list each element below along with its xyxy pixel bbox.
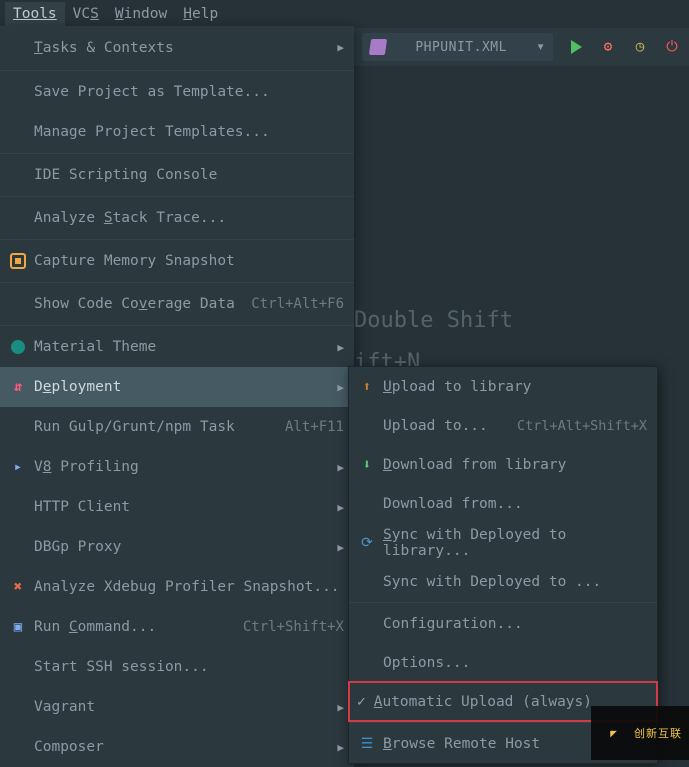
tools-material-theme[interactable]: Material Theme ▶ [0,327,354,367]
tools-analyze-stack[interactable]: Analyze Stack Trace... [0,198,354,238]
chevron-right-icon: ▶ [337,41,344,54]
phone-icon: ⏻ [666,39,677,55]
tools-dbgp[interactable]: DBGp Proxy ▶ [0,527,354,567]
tools-ssh[interactable]: Start SSH session... [0,647,354,687]
deployment-icon: ⇵ [8,379,28,395]
material-theme-icon [8,340,28,354]
menu-help[interactable]: Help [175,2,226,26]
tools-capture-memory[interactable]: Capture Memory Snapshot [0,241,354,281]
chevron-down-icon: ▾ [536,39,545,55]
tools-dropdown: Tasks & Contexts ▶ Save Project as Templ… [0,26,354,767]
tools-http-client[interactable]: HTTP Client ▶ [0,487,354,527]
deploy-configuration[interactable]: Configuration... [349,604,657,643]
deploy-options[interactable]: Options... [349,643,657,682]
watermark: ◤ 创新互联 [591,706,689,760]
run-button[interactable] [567,38,585,56]
deploy-upload-to[interactable]: Upload to... Ctrl+Alt+Shift+X [349,406,657,445]
watermark-icon: ◤ [600,719,628,747]
run-config-selector[interactable]: PHPUNIT.XML ▾ [362,33,553,61]
shortcut: Ctrl+Alt+F6 [251,296,344,312]
separator [0,239,354,240]
chevron-right-icon: ▶ [337,341,344,354]
xdebug-icon: ✖ [8,579,28,595]
v8-icon: ▸ [8,459,28,475]
deploy-download-from[interactable]: Download from... [349,484,657,523]
deploy-download-library[interactable]: ⬇ Download from library [349,445,657,484]
chevron-right-icon: ▶ [337,501,344,514]
bug-icon: ⚙ [604,39,613,55]
menubar: Tools VCS Window Help [0,0,689,28]
deploy-upload-library[interactable]: ⬆ Upload to library [349,367,657,406]
chevron-right-icon: ▶ [337,741,344,754]
menu-tools[interactable]: Tools [5,2,65,26]
tools-manage-templates[interactable]: Manage Project Templates... [0,112,354,152]
debug-button[interactable]: ⚙ [599,38,617,56]
run-config-label: PHPUNIT.XML [394,40,528,55]
separator [0,325,354,326]
play-icon [571,40,582,54]
menu-window[interactable]: Window [107,2,175,26]
tools-gulp[interactable]: Run Gulp/Grunt/npm Task Alt+F11 [0,407,354,447]
tools-deployment[interactable]: ⇵ Deployment ▶ [0,367,354,407]
download-icon: ⬇ [357,457,377,473]
top-toolbar: PHPUNIT.XML ▾ ⚙ ◷ ⏻ [354,28,689,66]
tools-ide-console[interactable]: IDE Scripting Console [0,155,354,195]
coverage-icon: ◷ [636,39,645,55]
separator [0,282,354,283]
checkmark-icon: ✓ [357,694,366,710]
tools-vagrant[interactable]: Vagrant ▶ [0,687,354,727]
chevron-right-icon: ▶ [337,541,344,554]
separator [0,70,354,71]
terminal-icon: ▣ [8,619,28,635]
chevron-right-icon: ▶ [337,381,344,394]
tools-coverage[interactable]: Show Code Coverage Data Ctrl+Alt+F6 [0,284,354,324]
tools-save-template[interactable]: Save Project as Template... [0,72,354,112]
deploy-sync-to[interactable]: Sync with Deployed to ... [349,562,657,601]
hint-search-everywhere: Double Shift [354,300,513,342]
separator [0,153,354,154]
server-icon: ☰ [357,736,377,752]
watermark-text: 创新互联 [634,725,682,741]
deployment-submenu: ⬆ Upload to library Upload to... Ctrl+Al… [348,366,658,764]
tools-composer[interactable]: Composer ▶ [0,727,354,767]
chevron-right-icon: ▶ [337,461,344,474]
separator [349,602,657,603]
shortcut: Ctrl+Shift+X [243,619,344,635]
tools-tasks-contexts[interactable]: Tasks & Contexts ▶ [0,26,354,69]
stop-button[interactable]: ⏻ [663,38,681,56]
shortcut: Alt+F11 [285,419,344,435]
menu-vcs[interactable]: VCS [65,2,107,26]
shortcut: Ctrl+Alt+Shift+X [517,418,647,434]
separator [0,196,354,197]
deploy-sync-library[interactable]: ⟳ Sync with Deployed to library... [349,523,657,562]
tools-run-command[interactable]: ▣ Run Command... Ctrl+Shift+X [0,607,354,647]
chevron-right-icon: ▶ [337,701,344,714]
php-config-icon [369,39,387,55]
tools-xdebug[interactable]: ✖ Analyze Xdebug Profiler Snapshot... [0,567,354,607]
upload-icon: ⬆ [357,379,377,395]
sync-icon: ⟳ [357,535,377,551]
chip-icon [8,253,28,269]
coverage-run-button[interactable]: ◷ [631,38,649,56]
tools-v8[interactable]: ▸ V8 Profiling ▶ [0,447,354,487]
